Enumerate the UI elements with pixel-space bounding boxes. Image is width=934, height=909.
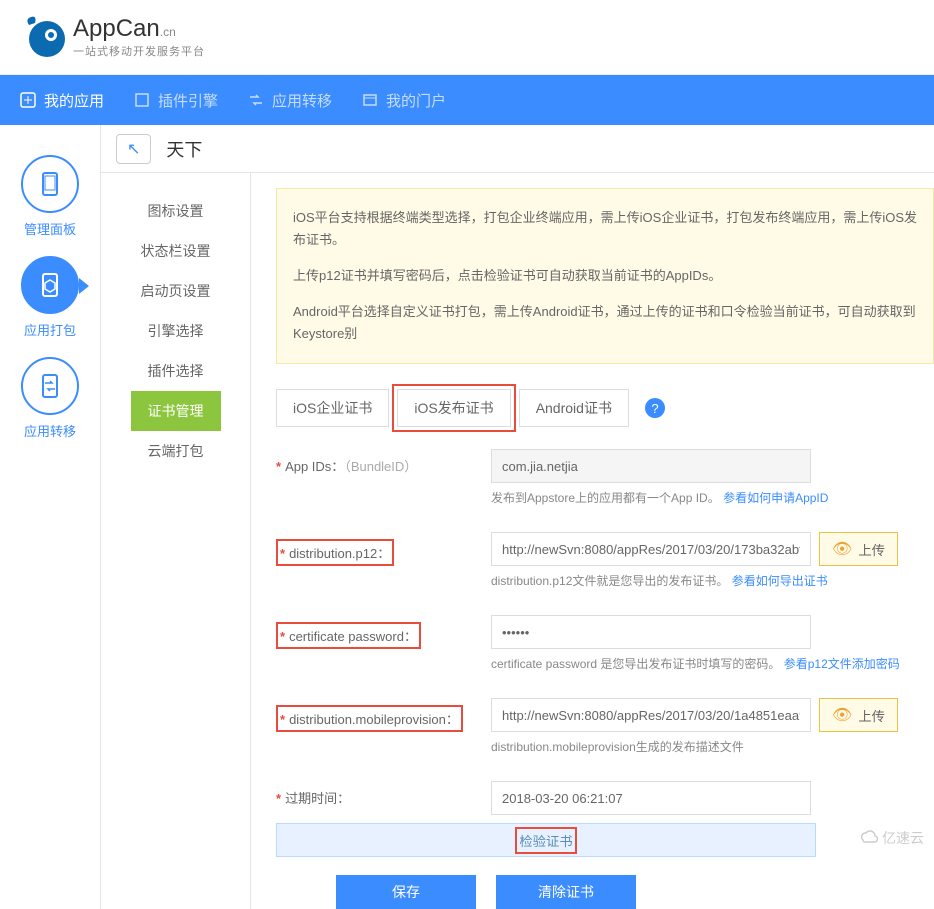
- p12-input[interactable]: [491, 532, 811, 566]
- nav-portal[interactable]: 我的门户: [362, 90, 446, 111]
- p12-label: distribution.p12：: [289, 546, 390, 561]
- notice-line: Android平台选择自定义证书打包，需上传Android证书，通过上传的证书和…: [293, 301, 917, 345]
- sidebar-item-plugin[interactable]: 插件选择: [131, 351, 221, 391]
- nav-label: 应用转移: [272, 90, 332, 111]
- logo-icon: [15, 11, 67, 63]
- verify-button[interactable]: 检验证书: [276, 823, 816, 857]
- pwd-label: certificate password：: [289, 629, 417, 644]
- tagline: 一站式移动开发服务平台: [73, 43, 205, 59]
- prov-label: distribution.mobileprovision：: [289, 712, 459, 727]
- appid-sublabel: （BundleID）: [344, 459, 417, 474]
- save-button[interactable]: 保存: [336, 875, 476, 909]
- eye-icon: 👁: [832, 705, 852, 725]
- tab-android[interactable]: Android证书: [519, 389, 629, 427]
- nav-plugin[interactable]: 插件引擎: [134, 90, 218, 111]
- appid-input[interactable]: [491, 449, 811, 483]
- notice-box: iOS平台支持根据终端类型选择，打包企业终端应用，需上传iOS企业证书，打包发布…: [276, 188, 934, 364]
- clear-button[interactable]: 清除证书: [496, 875, 636, 909]
- appid-hint: 发布到Appstore上的应用都有一个App ID。: [491, 491, 720, 505]
- main-body: iOS平台支持根据终端类型选择，打包企业终端应用，需上传iOS企业证书，打包发布…: [251, 173, 934, 909]
- sidebar: 图标设置 状态栏设置 启动页设置 引擎选择 插件选择 证书管理 云端打包: [101, 173, 251, 909]
- p12-upload-button[interactable]: 👁上传: [819, 532, 898, 566]
- appid-link[interactable]: 参看如何申请AppID: [723, 491, 828, 505]
- field-p12: *distribution.p12： 👁上传 distribution.p12文…: [276, 532, 934, 607]
- cert-tabs: iOS企业证书 iOS发布证书 Android证书 ?: [276, 389, 934, 427]
- watermark: 亿速云: [858, 828, 924, 848]
- back-button[interactable]: ↖: [116, 134, 151, 164]
- portal-icon: [362, 92, 378, 108]
- rail-manage[interactable]: 管理面板: [21, 155, 79, 238]
- notice-line: 上传p12证书并填写密码后，点击检验证书可自动获取当前证书的AppIDs。: [293, 265, 917, 287]
- package-icon: [21, 256, 79, 314]
- nav-label: 我的门户: [386, 90, 446, 111]
- eye-icon: 👁: [832, 539, 852, 559]
- logo[interactable]: AppCan.cn 一站式移动开发服务平台: [15, 11, 205, 63]
- prov-upload-button[interactable]: 👁上传: [819, 698, 898, 732]
- sidebar-item-cert[interactable]: 证书管理: [131, 391, 221, 431]
- transfer-icon: [248, 92, 264, 108]
- rail-package[interactable]: 应用打包: [21, 256, 79, 339]
- sidebar-item-statusbar[interactable]: 状态栏设置: [131, 231, 221, 271]
- nav-transfer[interactable]: 应用转移: [248, 90, 332, 111]
- expire-input[interactable]: [491, 781, 811, 815]
- nav-my-apps[interactable]: 我的应用: [20, 90, 104, 111]
- appid-label: App IDs：: [285, 459, 344, 474]
- sidebar-item-icon[interactable]: 图标设置: [131, 191, 221, 231]
- sidebar-item-splash[interactable]: 启动页设置: [131, 271, 221, 311]
- brand-name: AppCan: [73, 15, 160, 42]
- prov-hint: distribution.mobileprovision生成的发布描述文件: [491, 740, 744, 754]
- transfer-circle-icon: [21, 357, 79, 415]
- tab-ios-release[interactable]: iOS发布证书: [397, 389, 510, 427]
- p12-link[interactable]: 参看如何导出证书: [732, 574, 828, 588]
- tab-ios-enterprise[interactable]: iOS企业证书: [276, 389, 389, 427]
- field-password: *certificate password： certificate passw…: [276, 615, 934, 690]
- nav-label: 我的应用: [44, 90, 104, 111]
- pwd-input[interactable]: [491, 615, 811, 649]
- notice-line: iOS平台支持根据终端类型选择，打包企业终端应用，需上传iOS企业证书，打包发布…: [293, 207, 917, 251]
- plugin-icon: [134, 92, 150, 108]
- rail-arrow-icon: [79, 278, 89, 294]
- header: AppCan.cn 一站式移动开发服务平台: [0, 0, 934, 75]
- breadcrumb: ↖ 天下: [101, 125, 934, 173]
- p12-hint: distribution.p12文件就是您导出的发布证书。: [491, 574, 728, 588]
- rail-label: 管理面板: [24, 219, 76, 238]
- left-rail: 管理面板 应用打包 应用转移: [0, 125, 100, 909]
- expire-label: 过期时间：: [285, 791, 350, 806]
- help-icon[interactable]: ?: [645, 398, 665, 418]
- pwd-hint: certificate password 是您导出发布证书时填写的密码。: [491, 657, 780, 671]
- brand-suffix: .cn: [160, 25, 176, 39]
- manage-icon: [21, 155, 79, 213]
- sidebar-item-engine[interactable]: 引擎选择: [131, 311, 221, 351]
- pwd-link[interactable]: 参看p12文件添加密码: [784, 657, 900, 671]
- nav-label: 插件引擎: [158, 90, 218, 111]
- prov-input[interactable]: [491, 698, 811, 732]
- field-provision: *distribution.mobileprovision： 👁上传 distr…: [276, 698, 934, 773]
- page-title: 天下: [166, 136, 202, 162]
- rail-label: 应用转移: [24, 421, 76, 440]
- top-nav: 我的应用 插件引擎 应用转移 我的门户: [0, 75, 934, 125]
- rail-label: 应用打包: [24, 320, 76, 339]
- field-appid: *App IDs：（BundleID） 发布到Appstore上的应用都有一个A…: [276, 449, 934, 524]
- rail-transfer[interactable]: 应用转移: [21, 357, 79, 440]
- app-icon: [20, 92, 36, 108]
- field-expire: *过期时间：: [276, 781, 934, 815]
- sidebar-item-cloud[interactable]: 云端打包: [131, 431, 221, 471]
